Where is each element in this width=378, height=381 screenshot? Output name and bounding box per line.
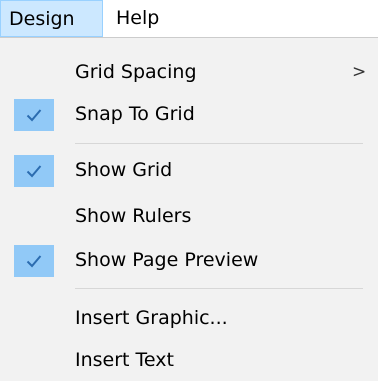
menu-item-show-grid[interactable]: Show Grid	[0, 152, 378, 188]
menu-help[interactable]: Help	[108, 0, 178, 37]
menu-item-grid-spacing[interactable]: Grid Spacing >	[0, 54, 378, 90]
design-dropdown-menu: Grid Spacing > Snap To Grid Show Grid Sh…	[0, 37, 378, 381]
menu-separator	[75, 143, 363, 144]
menu-item-label: Show Rulers	[75, 205, 192, 227]
menu-item-snap-to-grid[interactable]: Snap To Grid	[0, 96, 378, 132]
menu-item-insert-graphic[interactable]: Insert Graphic...	[0, 300, 378, 336]
menu-bar: Design Help	[0, 0, 378, 37]
menu-item-label: Show Page Preview	[75, 249, 259, 271]
checkmark-icon	[14, 99, 54, 131]
checkmark-icon	[14, 245, 54, 277]
menu-item-label: Show Grid	[75, 159, 173, 181]
checkmark-icon	[14, 155, 54, 187]
menu-item-label: Insert Graphic...	[75, 307, 228, 329]
menu-item-show-rulers[interactable]: Show Rulers	[0, 198, 378, 234]
menu-item-label: Grid Spacing	[75, 61, 197, 83]
menu-item-label: Snap To Grid	[75, 103, 195, 125]
menu-item-insert-text[interactable]: Insert Text	[0, 342, 378, 378]
chevron-right-icon: >	[352, 62, 367, 82]
menu-item-label: Insert Text	[75, 349, 174, 371]
menu-design[interactable]: Design	[0, 0, 103, 37]
menu-separator	[75, 288, 363, 289]
menu-item-show-page-preview[interactable]: Show Page Preview	[0, 242, 378, 278]
